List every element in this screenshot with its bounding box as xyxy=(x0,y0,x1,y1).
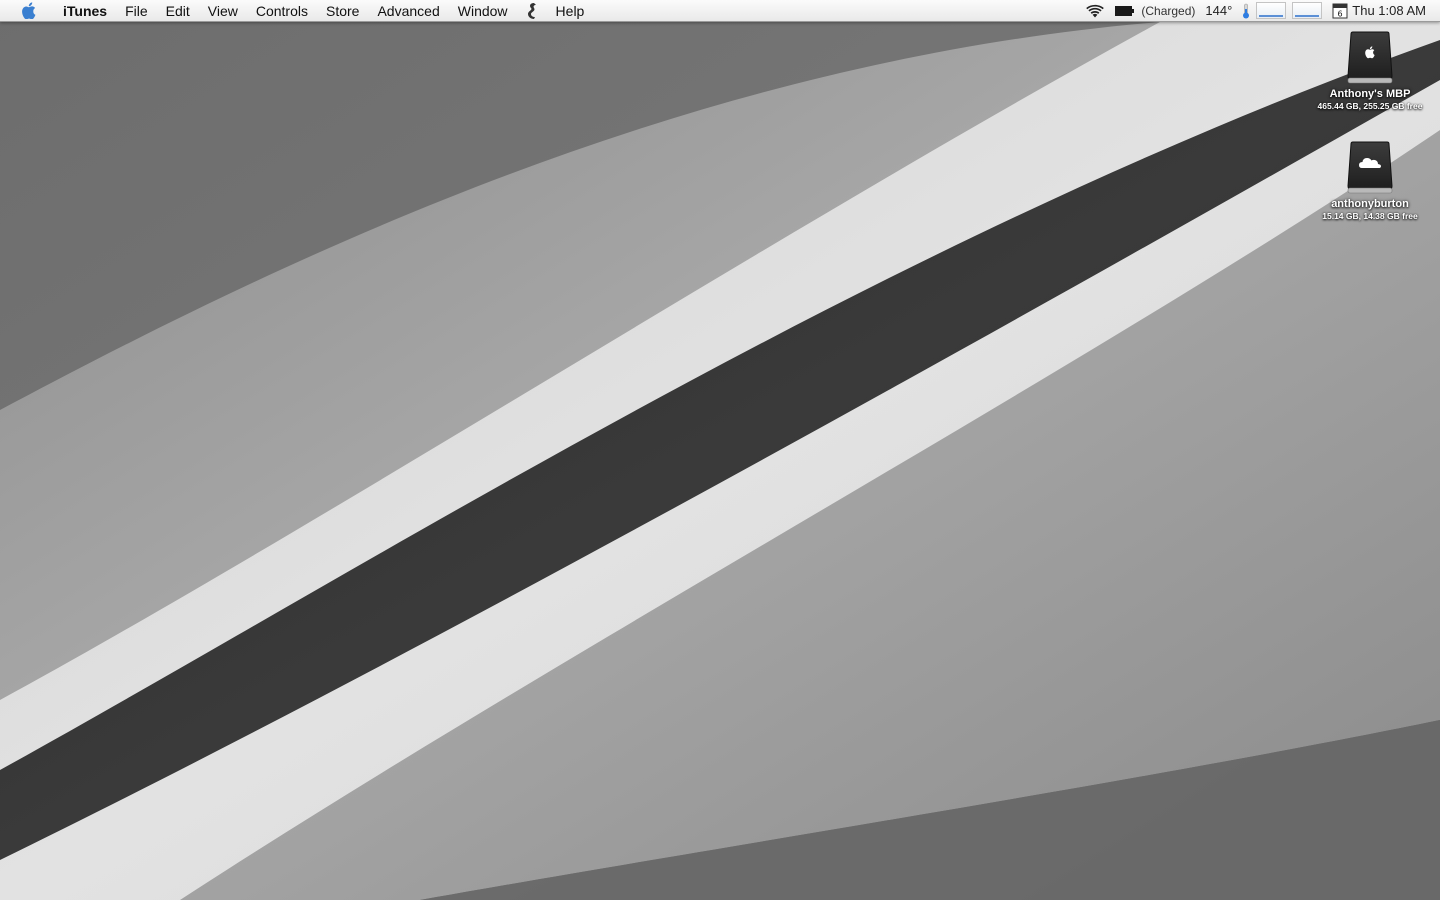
desktop-icon-anthonyburton[interactable]: anthonyburton 15.14 GB, 14.38 GB free xyxy=(1305,140,1435,221)
menu-help[interactable]: Help xyxy=(547,0,594,22)
desktop-icon-label: anthonyburton xyxy=(1331,198,1409,210)
menu-window[interactable]: Window xyxy=(449,0,517,22)
battery-icon xyxy=(1115,5,1135,16)
menu-controls[interactable]: Controls xyxy=(247,0,317,22)
menu-file[interactable]: File xyxy=(116,0,157,22)
menu-advanced[interactable]: Advanced xyxy=(368,0,448,22)
menu-edit[interactable]: Edit xyxy=(157,0,199,22)
menu-view[interactable]: View xyxy=(199,0,247,22)
menu-bar: iTunes File Edit View Controls Store Adv… xyxy=(0,0,1440,22)
temperature-readout[interactable]: 144° xyxy=(1205,0,1232,22)
cpu-graph-icon[interactable] xyxy=(1256,2,1287,19)
apple-menu-icon[interactable] xyxy=(18,0,38,22)
wallpaper xyxy=(0,0,1440,900)
desktop-icon-info: 15.14 GB, 14.38 GB free xyxy=(1322,211,1418,221)
wifi-icon[interactable] xyxy=(1085,0,1105,22)
menu-bar-status-area: (Charged) 144° 6 Thu 1:08 AM xyxy=(1075,0,1440,22)
menu-store[interactable]: Store xyxy=(317,0,368,22)
desktop-icon-anthonys-mbp[interactable]: Anthony's MBP 465.44 GB, 255.25 GB free xyxy=(1305,30,1435,111)
calendar-icon[interactable]: 6 xyxy=(1332,0,1348,22)
desktop-icon-info: 465.44 GB, 255.25 GB free xyxy=(1317,101,1423,111)
network-graph-icon[interactable] xyxy=(1292,2,1323,19)
script-menu-icon[interactable] xyxy=(517,0,547,22)
battery-status[interactable]: (Charged) xyxy=(1115,0,1195,22)
hard-drive-apple-icon xyxy=(1345,30,1395,86)
battery-label: (Charged) xyxy=(1141,3,1196,18)
calendar-day: 6 xyxy=(1338,10,1343,19)
desktop-icon-label: Anthony's MBP xyxy=(1329,88,1411,100)
thermometer-icon[interactable] xyxy=(1242,0,1250,22)
menu-itunes[interactable]: iTunes xyxy=(54,0,116,22)
menu-bar-left: iTunes File Edit View Controls Store Adv… xyxy=(0,0,593,22)
icloud-drive-icon xyxy=(1345,140,1395,196)
menubar-clock[interactable]: Thu 1:08 AM xyxy=(1352,0,1426,22)
desktop[interactable]: iTunes File Edit View Controls Store Adv… xyxy=(0,0,1440,900)
